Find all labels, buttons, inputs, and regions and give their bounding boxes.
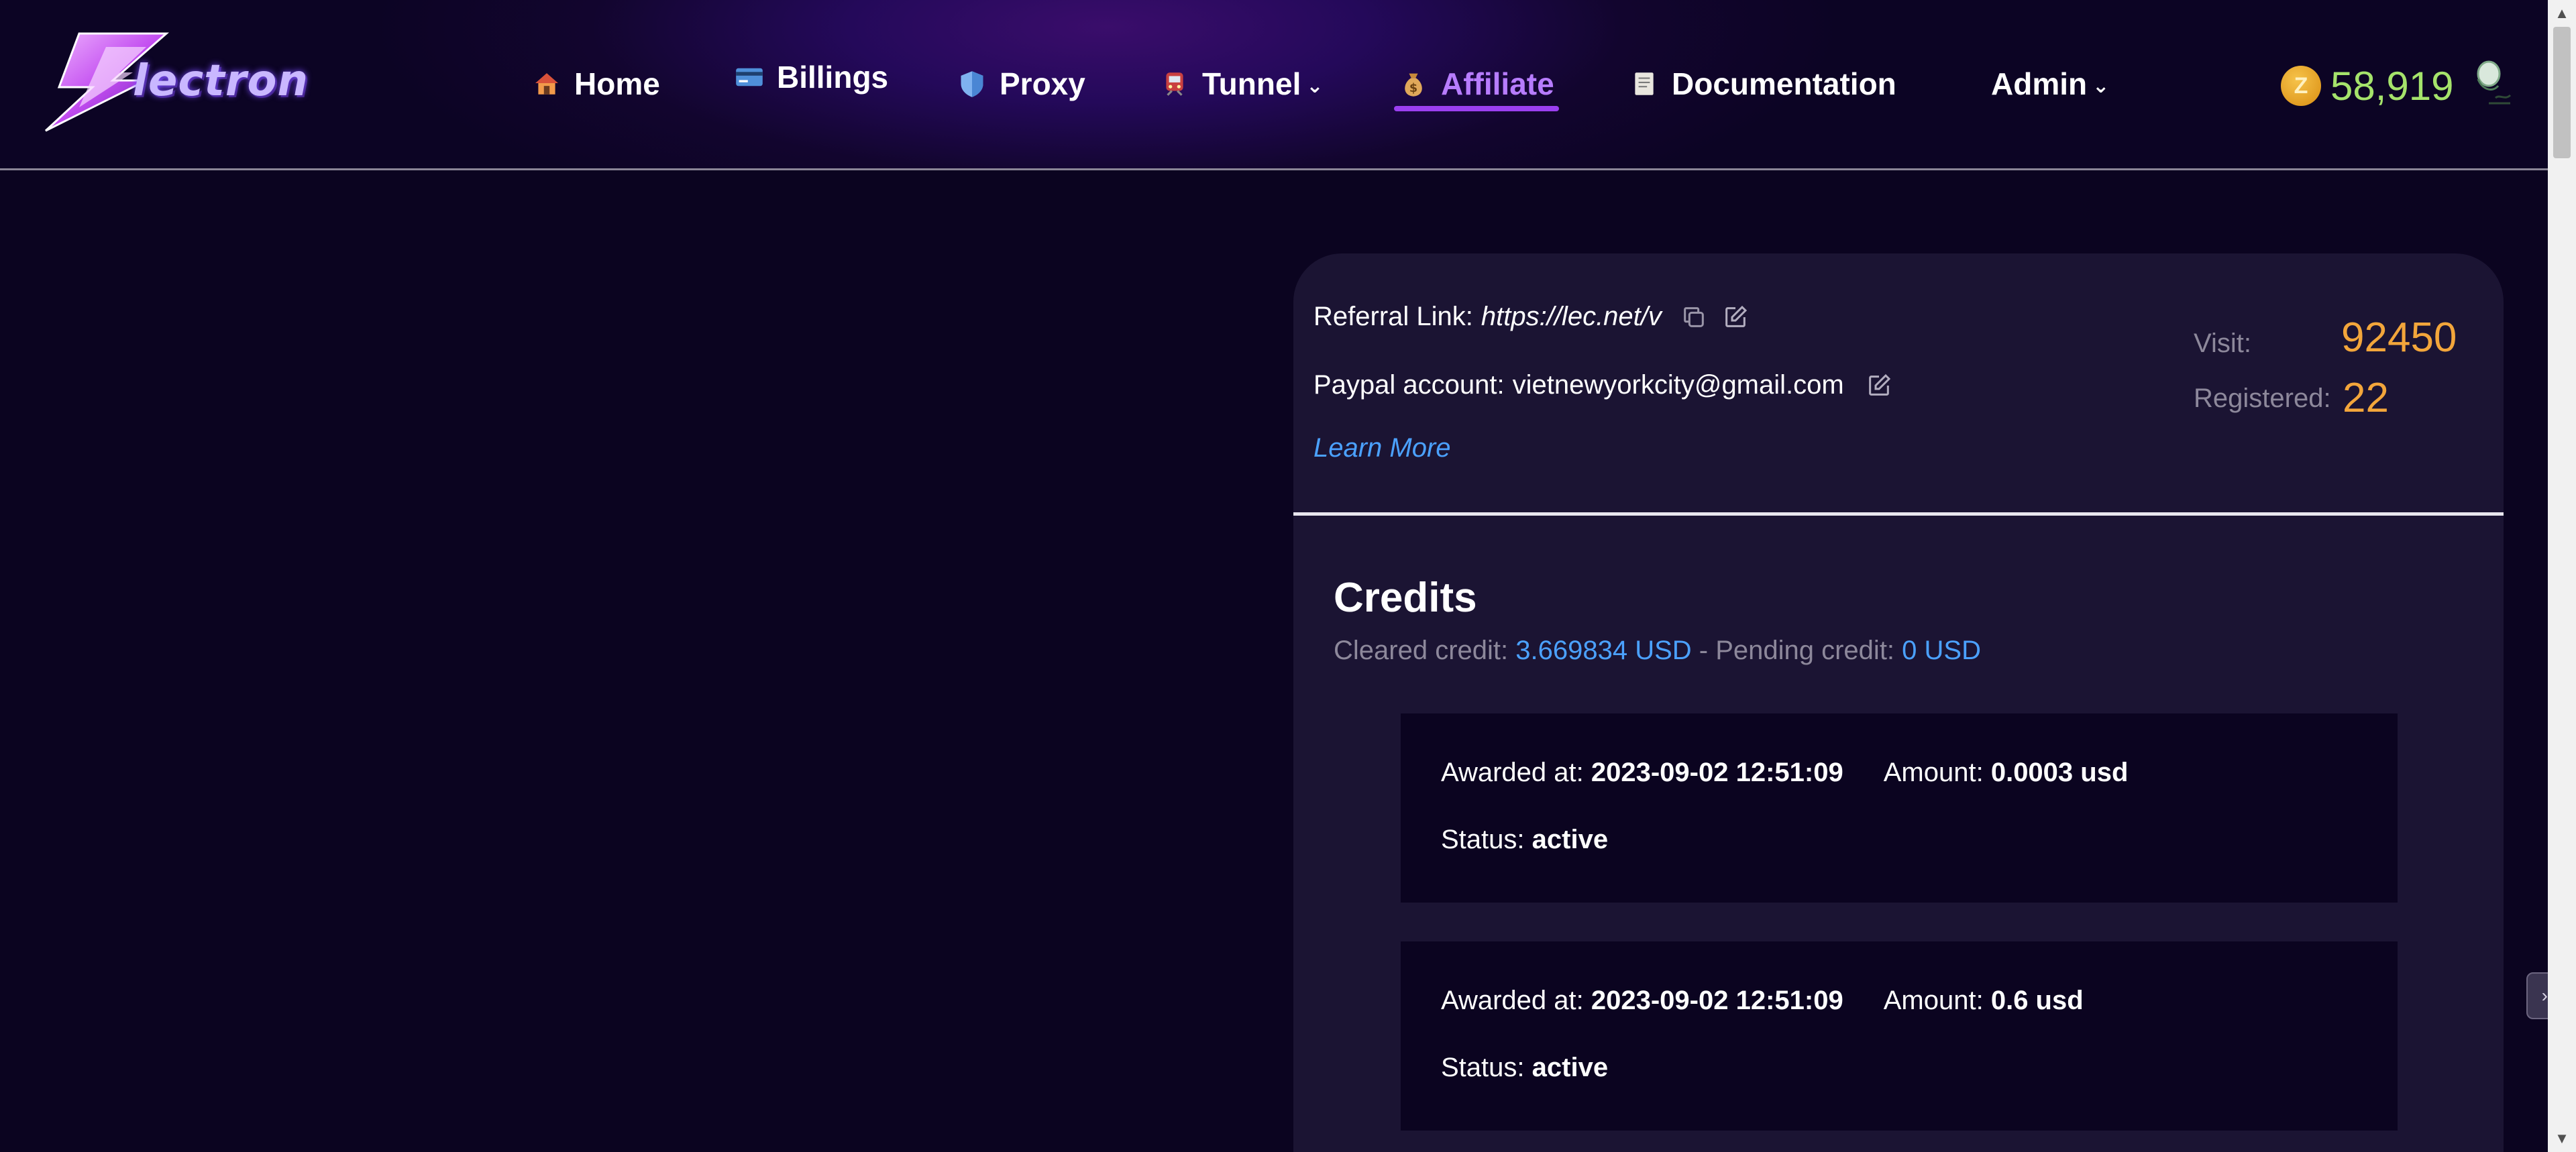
page-scrollbar[interactable]: ▲ ▼	[2548, 0, 2576, 1152]
paypal-value: vietnewyorkcity@gmail.com	[1512, 370, 1844, 400]
coin-icon: Z	[2281, 66, 2321, 106]
amount-value: 0.0003 usd	[1990, 758, 2129, 787]
awarded-value: 2023-09-02 12:51:09	[1591, 758, 1843, 787]
nav-billings-label: Billings	[777, 60, 889, 95]
nav-affiliate[interactable]: $ Affiliate	[1398, 60, 1554, 107]
scroll-down-arrow-icon[interactable]: ▼	[2548, 1125, 2576, 1152]
document-icon	[1629, 68, 1660, 99]
credit-entry: Awarded at: 2023-09-02 12:51:09 Amount: …	[1401, 941, 2398, 1131]
chevron-down-icon: ⌄	[2092, 74, 2110, 97]
referral-link-label: Referral Link:	[1313, 302, 1473, 331]
status-value: active	[1532, 825, 1609, 854]
registered-label: Registered:	[2194, 384, 2331, 413]
status-label: Status:	[1441, 825, 1525, 854]
visit-value: 92450	[2341, 314, 2457, 361]
referral-link-row: Referral Link: https://lec.net/v	[1313, 302, 1750, 332]
status-value: active	[1532, 1053, 1609, 1082]
nav-home[interactable]: Home	[531, 60, 660, 107]
credit-separator: -	[1691, 636, 1716, 665]
amount-label: Amount:	[1883, 986, 1984, 1015]
chevron-down-icon: ⌄	[1306, 74, 1324, 97]
pending-credit-label: Pending credit:	[1715, 636, 1895, 665]
coin-balance-amount: 58,919	[2330, 63, 2454, 109]
referral-link-value[interactable]: https://lec.net/v	[1481, 302, 1662, 332]
nav-documentation-label: Documentation	[1672, 66, 1896, 101]
awarded-value: 2023-09-02 12:51:09	[1591, 986, 1843, 1015]
credits-summary: Cleared credit: 3.669834 USD - Pending c…	[1334, 636, 1981, 666]
affiliate-card: Referral Link: https://lec.net/v Paypal …	[1293, 253, 2504, 1152]
nav-affiliate-label: Affiliate	[1441, 66, 1554, 101]
referral-section: Referral Link: https://lec.net/v Paypal …	[1293, 253, 2504, 516]
cleared-credit-label: Cleared credit:	[1334, 636, 1509, 665]
nav-home-label: Home	[574, 66, 660, 101]
credit-entry: Awarded at: 2023-09-02 12:51:09 Amount: …	[1401, 713, 2398, 903]
money-bag-icon: $	[1398, 68, 1429, 99]
awarded-line: Awarded at: 2023-09-02 12:51:09 Amount: …	[1441, 986, 2084, 1016]
nav-tunnel-dropdown[interactable]: Tunnel ⌄	[1159, 60, 1323, 107]
section-divider	[1293, 512, 2504, 516]
coin-balance[interactable]: Z 58,919	[2281, 63, 2454, 109]
nav-documentation[interactable]: Documentation	[1629, 60, 1896, 107]
active-nav-underline	[1394, 106, 1559, 111]
paypal-row: Paypal account: vietnewyorkcity@gmail.co…	[1313, 370, 1894, 400]
status-line: Status: active	[1441, 1053, 1608, 1083]
credits-title: Credits	[1334, 575, 1477, 621]
credit-card-icon	[734, 62, 765, 93]
awarded-label: Awarded at:	[1441, 986, 1584, 1015]
visit-label: Visit:	[2194, 329, 2251, 358]
nav-proxy-label: Proxy	[1000, 66, 1085, 101]
edit-referral-icon[interactable]	[1721, 302, 1750, 332]
lectron-logo[interactable]: lectron	[32, 20, 341, 134]
svg-text:$: $	[1409, 82, 1417, 95]
nav-tunnel-label: Tunnel	[1202, 66, 1301, 101]
house-icon	[531, 68, 562, 99]
status-line: Status: active	[1441, 825, 1608, 855]
app-root: lectron Home Billings Proxy Tunnel ⌄ $ A…	[0, 0, 2576, 1152]
nav-proxy[interactable]: Proxy	[957, 60, 1085, 107]
scroll-thumb[interactable]	[2553, 27, 2571, 158]
status-label: Status:	[1441, 1053, 1525, 1082]
scroll-up-arrow-icon[interactable]: ▲	[2548, 0, 2576, 27]
top-navbar: lectron Home Billings Proxy Tunnel ⌄ $ A…	[0, 0, 2548, 170]
awarded-line: Awarded at: 2023-09-02 12:51:09 Amount: …	[1441, 758, 2128, 788]
paypal-label: Paypal account:	[1313, 370, 1505, 400]
copy-icon[interactable]	[1679, 302, 1709, 332]
avatar-icon	[2477, 60, 2512, 105]
registered-value: 22	[2343, 375, 2389, 421]
user-avatar[interactable]	[2469, 59, 2516, 113]
pending-credit-value: 0 USD	[1902, 636, 1981, 665]
shield-icon	[957, 68, 987, 99]
nav-admin-label: Admin	[1991, 66, 2088, 101]
nav-admin-dropdown[interactable]: Admin ⌄	[1991, 60, 2109, 107]
amount-value: 0.6 usd	[1990, 986, 2084, 1015]
learn-more-link[interactable]: Learn More	[1313, 433, 1451, 463]
nav-billings[interactable]: Billings	[734, 54, 888, 101]
amount-label: Amount:	[1883, 758, 1984, 787]
awarded-label: Awarded at:	[1441, 758, 1584, 787]
edit-paypal-icon[interactable]	[1864, 371, 1894, 400]
logo-text: lectron	[133, 56, 309, 106]
train-icon	[1159, 68, 1190, 99]
cleared-credit-value: 3.669834 USD	[1515, 636, 1692, 665]
